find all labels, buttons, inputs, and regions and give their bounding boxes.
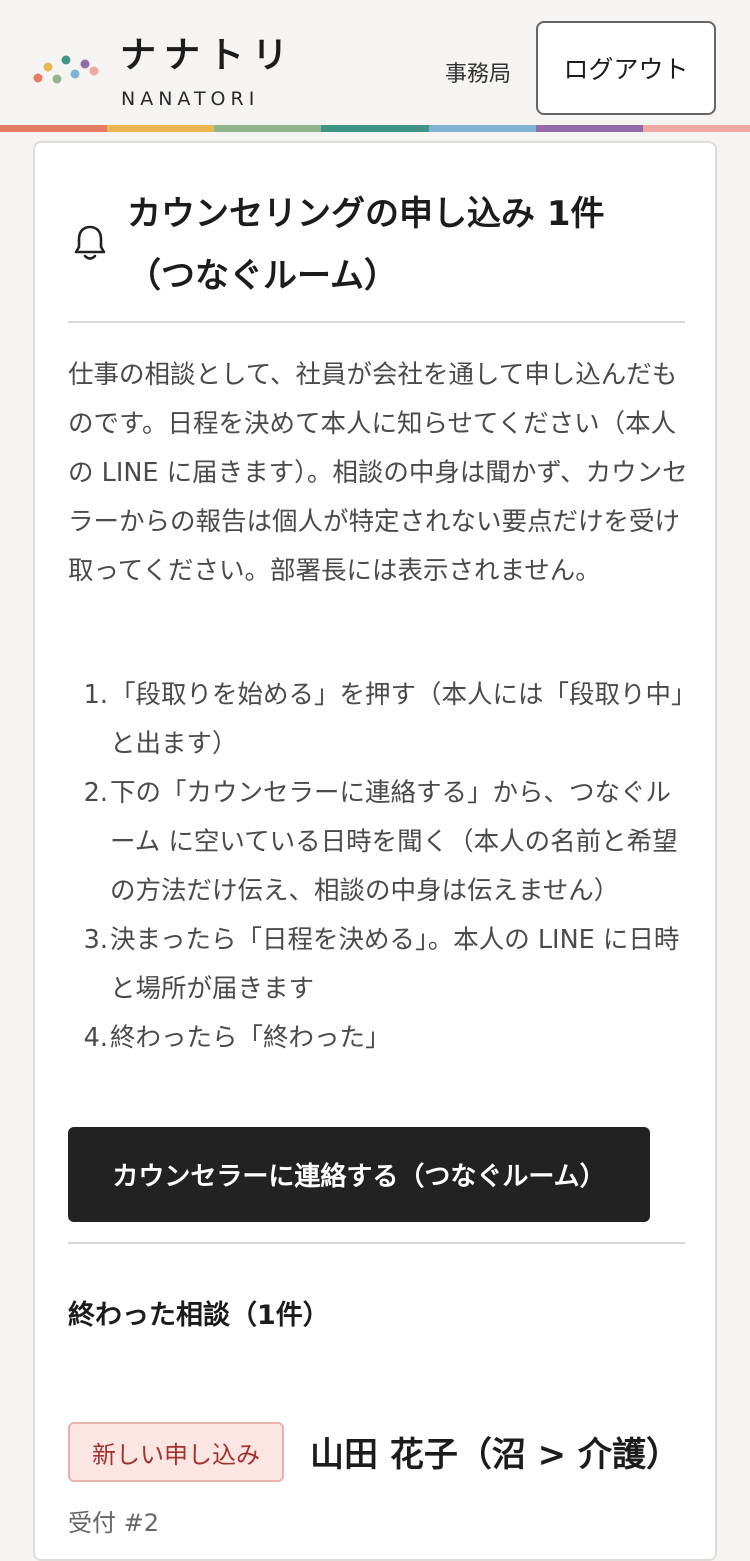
brand-name: ナナトリ [120, 35, 297, 76]
client-name[interactable]: 山田 花子（沼 > 介護） [310, 1427, 680, 1476]
step-text: 決まったら「日程を決める」。本人の LINE に日時と場所が届きます [110, 925, 680, 1004]
step-number: 1. [83, 680, 108, 710]
color-strip-segment [428, 125, 536, 132]
logo-dots-icon [33, 55, 99, 84]
step-text: 下の「カウンセラーに連絡する」から、つなぐルーム に空いている日時を聞く（本人の… [110, 778, 678, 906]
receipt-number: 受付 #2 [68, 1509, 160, 1537]
finished-section-heading: 終わった相談（1件） [68, 1300, 330, 1331]
logout-button[interactable]: ログアウト [536, 21, 716, 115]
color-strip-segment [214, 125, 322, 132]
description-text: 仕事の相談として、社員が会社を通して申し込んだものです。日程を決めて本人に知らせ… [68, 360, 688, 586]
card-title-line: （つなぐルーム） [127, 256, 398, 296]
color-strip-segment [0, 125, 108, 132]
card-title: カウンセリングの申し込み 1件 （つなぐルーム） [127, 183, 687, 307]
steps-list: 1. 「段取りを始める」を押す（本人には「段取り中」と出ます） 2. 下の「カウンセ… [68, 671, 688, 1063]
office-label: 事務局 [445, 62, 512, 87]
divider [68, 321, 685, 323]
step-number: 3. [83, 925, 108, 955]
step-text: 終わったら「終わった」 [110, 1023, 391, 1053]
bell-icon [74, 225, 106, 260]
counseling-card: カウンセリングの申し込み 1件 （つなぐルーム） 仕事の相談として、社員が会社を… [33, 141, 717, 1561]
step-number: 2. [83, 778, 108, 808]
step-item: 4. 終わったら「終わった」 [68, 1014, 688, 1063]
color-strip-segment [535, 125, 643, 132]
step-item: 3. 決まったら「日程を決める」。本人の LINE に日時と場所が届きます [68, 916, 688, 1014]
color-strip-segment [642, 125, 750, 132]
app-header: ナナトリ NANATORI 事務局 ログアウト [0, 0, 750, 126]
step-text: 「段取りを始める」を押す（本人には「段取り中」と出ます） [110, 680, 684, 759]
color-strip-segment [321, 125, 429, 132]
brand-color-strip [0, 125, 750, 132]
divider [68, 1242, 685, 1244]
step-number: 4. [83, 1023, 108, 1053]
status-badge: 新しい申し込み [68, 1422, 284, 1482]
card-title-line: カウンセリングの申し込み 1件 [127, 194, 605, 234]
contact-counselor-button[interactable]: カウンセラーに連絡する（つなぐルーム） [68, 1127, 650, 1222]
step-item: 2. 下の「カウンセラーに連絡する」から、つなぐルーム に空いている日時を聞く（本… [68, 769, 688, 916]
step-item: 1. 「段取りを始める」を押す（本人には「段取り中」と出ます） [68, 671, 688, 769]
color-strip-segment [107, 125, 215, 132]
brand-subtitle: NANATORI [121, 88, 260, 110]
